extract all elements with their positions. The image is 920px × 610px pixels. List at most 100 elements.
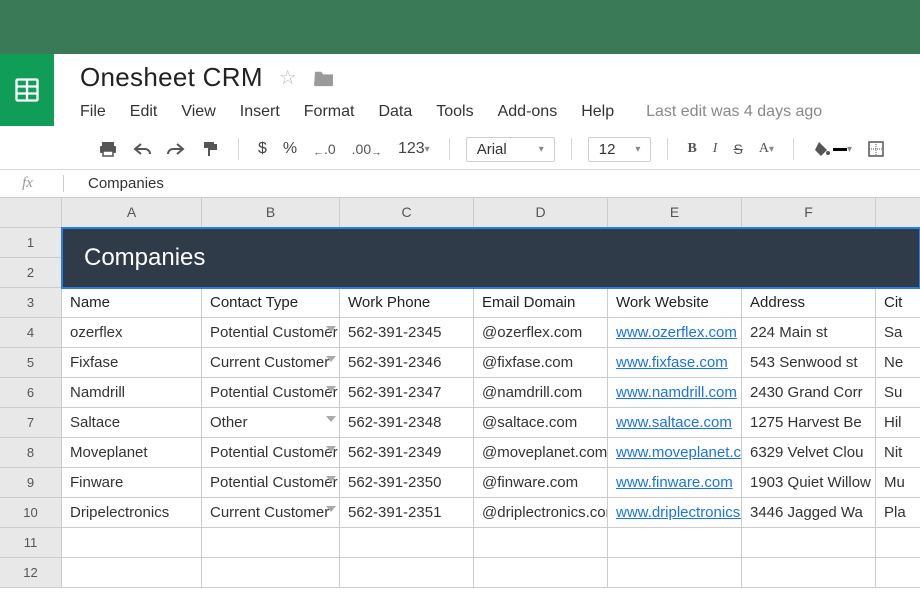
cell[interactable]: 543 Senwood st xyxy=(742,348,876,378)
menu-tools[interactable]: Tools xyxy=(436,103,473,121)
row-header[interactable]: 6 xyxy=(0,378,62,408)
menu-view[interactable]: View xyxy=(181,103,215,121)
strike-button[interactable]: S xyxy=(730,137,745,161)
cell[interactable] xyxy=(876,558,920,588)
row-header[interactable]: 12 xyxy=(0,558,62,588)
field-header-phone[interactable]: Work Phone xyxy=(340,288,474,318)
size-select[interactable]: 12▾ xyxy=(588,137,652,162)
col-header-G[interactable] xyxy=(876,198,920,228)
cell[interactable]: @moveplanet.com xyxy=(474,438,608,468)
italic-button[interactable]: I xyxy=(710,137,721,161)
doc-title[interactable]: Onesheet CRM xyxy=(80,62,263,93)
row-header[interactable]: 1 xyxy=(0,228,62,258)
cell[interactable]: @saltace.com xyxy=(474,408,608,438)
cell[interactable]: www.fixfase.com xyxy=(608,348,742,378)
row-header[interactable]: 9 xyxy=(0,468,62,498)
cell[interactable] xyxy=(62,558,202,588)
cell[interactable]: Ne xyxy=(876,348,920,378)
dropdown-icon[interactable] xyxy=(326,386,336,392)
col-header-C[interactable]: C xyxy=(340,198,474,228)
cell[interactable]: @driplectronics.com xyxy=(474,498,608,528)
cell[interactable]: www.driplectronics.com xyxy=(608,498,742,528)
cell[interactable]: www.saltace.com xyxy=(608,408,742,438)
select-all-corner[interactable] xyxy=(0,198,62,228)
col-header-A[interactable]: A xyxy=(62,198,202,228)
currency-button[interactable]: $ xyxy=(255,136,270,162)
menu-insert[interactable]: Insert xyxy=(240,103,280,121)
cell[interactable]: Dripelectronics xyxy=(62,498,202,528)
cell[interactable]: 6329 Velvet Clou xyxy=(742,438,876,468)
menu-format[interactable]: Format xyxy=(304,103,355,121)
row-header[interactable]: 11 xyxy=(0,528,62,558)
cell[interactable]: www.finware.com xyxy=(608,468,742,498)
cell[interactable]: 562-391-2351 xyxy=(340,498,474,528)
field-header-name[interactable]: Name xyxy=(62,288,202,318)
website-link[interactable]: www.moveplanet.com xyxy=(616,444,742,461)
cell[interactable]: 562-391-2345 xyxy=(340,318,474,348)
cell[interactable]: Su xyxy=(876,378,920,408)
cell[interactable]: Potential Customer xyxy=(202,438,340,468)
cell[interactable] xyxy=(742,528,876,558)
cell[interactable] xyxy=(62,528,202,558)
dropdown-icon[interactable] xyxy=(326,326,336,332)
row-header[interactable]: 5 xyxy=(0,348,62,378)
cell[interactable] xyxy=(474,528,608,558)
col-header-D[interactable]: D xyxy=(474,198,608,228)
field-header-site[interactable]: Work Website xyxy=(608,288,742,318)
cell[interactable] xyxy=(340,558,474,588)
row-header[interactable]: 7 xyxy=(0,408,62,438)
cell[interactable]: Potential Customer xyxy=(202,378,340,408)
cell[interactable] xyxy=(202,558,340,588)
cell[interactable]: Finware xyxy=(62,468,202,498)
cell[interactable]: Other xyxy=(202,408,340,438)
cell[interactable] xyxy=(608,528,742,558)
row-header[interactable]: 2 xyxy=(0,258,62,288)
cell[interactable]: 562-391-2348 xyxy=(340,408,474,438)
cell[interactable]: Namdrill xyxy=(62,378,202,408)
website-link[interactable]: www.saltace.com xyxy=(616,414,732,431)
dropdown-icon[interactable] xyxy=(326,356,336,362)
cell[interactable]: www.moveplanet.com xyxy=(608,438,742,468)
cell[interactable] xyxy=(876,528,920,558)
cell[interactable]: @fixfase.com xyxy=(474,348,608,378)
cell[interactable] xyxy=(340,528,474,558)
cell[interactable]: Mu xyxy=(876,468,920,498)
cell[interactable]: 1275 Harvest Be xyxy=(742,408,876,438)
cell[interactable]: Pla xyxy=(876,498,920,528)
cell[interactable]: Fixfase xyxy=(62,348,202,378)
row-header[interactable]: 4 xyxy=(0,318,62,348)
field-header-domain[interactable]: Email Domain xyxy=(474,288,608,318)
cell[interactable]: Nit xyxy=(876,438,920,468)
redo-icon[interactable] xyxy=(164,138,188,160)
cell[interactable]: www.namdrill.com xyxy=(608,378,742,408)
website-link[interactable]: www.namdrill.com xyxy=(616,384,737,401)
row-header[interactable]: 10 xyxy=(0,498,62,528)
cell[interactable]: Potential Customer xyxy=(202,318,340,348)
field-header-city[interactable]: Cit xyxy=(876,288,920,318)
cell[interactable] xyxy=(742,558,876,588)
cell[interactable]: Moveplanet xyxy=(62,438,202,468)
menu-file[interactable]: File xyxy=(80,103,106,121)
text-color-button[interactable]: A ▾ xyxy=(756,137,777,161)
cell[interactable] xyxy=(474,558,608,588)
cell[interactable]: 224 Main st xyxy=(742,318,876,348)
website-link[interactable]: www.ozerflex.com xyxy=(616,324,737,341)
inc-decimal-button[interactable]: .00→ xyxy=(349,136,385,163)
field-header-ctype[interactable]: Contact Type xyxy=(202,288,340,318)
menu-addons[interactable]: Add-ons xyxy=(498,103,558,121)
percent-button[interactable]: % xyxy=(280,136,300,162)
cell[interactable] xyxy=(608,558,742,588)
cell[interactable]: Sa xyxy=(876,318,920,348)
cell[interactable]: 1903 Quiet Willow xyxy=(742,468,876,498)
bold-button[interactable]: B xyxy=(684,137,699,161)
number-format-button[interactable]: 123 ▾ xyxy=(395,136,433,162)
borders-button[interactable] xyxy=(865,137,887,161)
cell[interactable]: Current Customer xyxy=(202,498,340,528)
menu-help[interactable]: Help xyxy=(581,103,614,121)
undo-icon[interactable] xyxy=(130,138,154,160)
cell[interactable]: @ozerflex.com xyxy=(474,318,608,348)
dropdown-icon[interactable] xyxy=(326,416,336,422)
col-header-E[interactable]: E xyxy=(608,198,742,228)
cell[interactable]: Current Customer xyxy=(202,348,340,378)
paint-format-icon[interactable] xyxy=(198,136,222,162)
